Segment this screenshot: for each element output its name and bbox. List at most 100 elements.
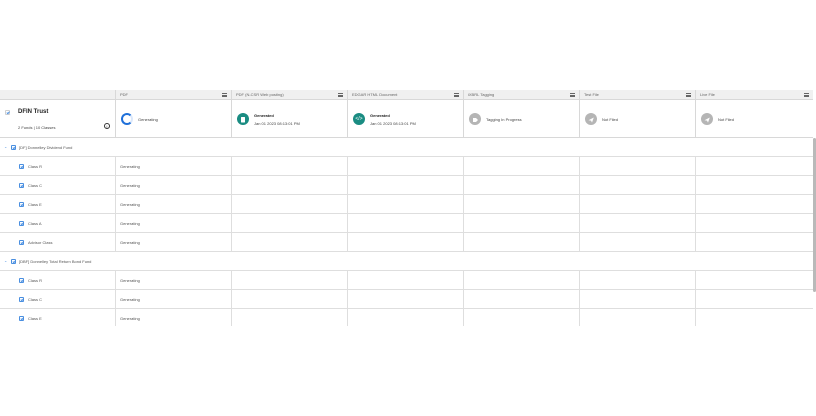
trust-checkbox[interactable] xyxy=(5,110,10,115)
empty-cell xyxy=(463,157,579,176)
column-header-test-file[interactable]: Test File xyxy=(579,90,695,100)
empty-cell xyxy=(347,195,463,214)
empty-cell xyxy=(463,176,579,195)
pdf-cell: Generating xyxy=(115,233,231,252)
column-header-pdf-ncsr[interactable]: PDF (N-CSR Web posting) xyxy=(231,90,347,100)
info-icon[interactable]: i xyxy=(104,123,110,129)
empty-cell xyxy=(695,157,813,176)
progress-ring-icon xyxy=(121,113,133,125)
table-row[interactable]: Class R Generating xyxy=(0,271,813,290)
class-name: Class R xyxy=(28,278,43,283)
status-live-file[interactable]: Not Filed xyxy=(695,100,813,138)
fund-checkbox[interactable] xyxy=(11,259,16,264)
pdf-cell: Generating xyxy=(115,157,231,176)
class-checkbox[interactable] xyxy=(19,183,24,188)
status-title: Generated xyxy=(370,113,390,118)
column-menu-icon[interactable] xyxy=(454,93,459,98)
empty-cell xyxy=(695,309,813,326)
status-date: Jan 01 2023 08:13:01 PM xyxy=(254,121,300,126)
trust-cell: DFIN Trust 2 Funds | 10 Classes i xyxy=(0,100,115,138)
empty-cell xyxy=(463,309,579,326)
empty-cell xyxy=(695,290,813,309)
status-ixbrl[interactable]: Tagging In Progress xyxy=(463,100,579,138)
table-row[interactable]: Advisor Class Generating xyxy=(0,233,813,252)
filing-status-grid: PDF PDF (N-CSR Web posting) EDGAR HTML D… xyxy=(0,90,813,326)
empty-cell xyxy=(579,309,695,326)
empty-cell xyxy=(579,233,695,252)
fund-group-row[interactable]: ⌄ [DF] Donnelley Dividend Fund xyxy=(0,138,813,157)
empty-cell xyxy=(695,195,813,214)
column-menu-icon[interactable] xyxy=(570,93,575,98)
class-checkbox[interactable] xyxy=(19,221,24,226)
status-pdf-ncsr[interactable]: Generated Jan 01 2023 08:13:01 PM xyxy=(231,100,347,138)
status-test-file[interactable]: Not Filed xyxy=(579,100,695,138)
empty-cell xyxy=(463,233,579,252)
table-row[interactable]: Class E Generating xyxy=(0,309,813,326)
empty-cell xyxy=(695,176,813,195)
column-menu-icon[interactable] xyxy=(804,93,809,98)
class-name: Advisor Class xyxy=(28,240,53,245)
empty-cell xyxy=(347,309,463,326)
pdf-cell: Generating xyxy=(115,290,231,309)
class-checkbox[interactable] xyxy=(19,316,24,321)
trust-summary: 2 Funds | 10 Classes xyxy=(18,125,56,130)
empty-cell xyxy=(231,271,347,290)
class-name: Class E xyxy=(28,316,42,321)
status-pdf[interactable]: Generating xyxy=(115,100,231,138)
empty-cell xyxy=(231,309,347,326)
empty-cell xyxy=(231,214,347,233)
empty-cell xyxy=(695,233,813,252)
empty-cell xyxy=(347,233,463,252)
empty-cell xyxy=(231,290,347,309)
fund-checkbox[interactable] xyxy=(11,145,16,150)
class-name: Class R xyxy=(28,164,43,169)
empty-cell xyxy=(347,290,463,309)
table-row[interactable]: Class C Generating xyxy=(0,176,813,195)
class-checkbox[interactable] xyxy=(19,297,24,302)
pdf-cell: Generating xyxy=(115,176,231,195)
column-header-pdf[interactable]: PDF xyxy=(115,90,231,100)
tag-icon xyxy=(469,113,481,125)
empty-cell xyxy=(579,195,695,214)
pdf-cell: Generating xyxy=(115,214,231,233)
empty-cell xyxy=(231,157,347,176)
column-menu-icon[interactable] xyxy=(222,93,227,98)
empty-cell xyxy=(579,271,695,290)
class-name: Class A xyxy=(28,221,42,226)
fund-group-row[interactable]: ⌄ [DBF] Donnelley Total Return Bond Fund xyxy=(0,252,813,271)
empty-cell xyxy=(347,271,463,290)
column-header-bar: PDF PDF (N-CSR Web posting) EDGAR HTML D… xyxy=(0,90,813,100)
column-header-edgar-html[interactable]: EDGAR HTML Document xyxy=(347,90,463,100)
status-title: Not Filed xyxy=(602,117,619,122)
empty-cell xyxy=(579,290,695,309)
pdf-cell: Generating xyxy=(115,195,231,214)
empty-cell xyxy=(231,195,347,214)
chevron-down-icon[interactable]: ⌄ xyxy=(4,144,7,149)
table-row[interactable]: Class C Generating xyxy=(0,290,813,309)
class-checkbox[interactable] xyxy=(19,278,24,283)
chevron-down-icon[interactable]: ⌄ xyxy=(4,258,7,263)
send-icon xyxy=(701,113,713,125)
empty-cell xyxy=(579,157,695,176)
class-checkbox[interactable] xyxy=(19,240,24,245)
column-header-live-file[interactable]: Live File xyxy=(695,90,813,100)
column-header-ixbrl[interactable]: iXBRL Tagging xyxy=(463,90,579,100)
pdf-cell: Generating xyxy=(115,271,231,290)
table-row[interactable]: Class A Generating xyxy=(0,214,813,233)
code-icon: </> xyxy=(353,113,365,125)
empty-cell xyxy=(463,195,579,214)
table-row[interactable]: Class E Generating xyxy=(0,195,813,214)
status-title: Generating xyxy=(138,117,158,122)
status-edgar-html[interactable]: </> Generated Jan 01 2023 08:13:01 PM xyxy=(347,100,463,138)
table-row[interactable]: Class R Generating xyxy=(0,157,813,176)
empty-cell xyxy=(463,271,579,290)
class-checkbox[interactable] xyxy=(19,202,24,207)
class-checkbox[interactable] xyxy=(19,164,24,169)
column-menu-icon[interactable] xyxy=(338,93,343,98)
column-header-label: PDF xyxy=(120,92,128,97)
fund-name: [DF] Donnelley Dividend Fund xyxy=(19,145,73,150)
column-menu-icon[interactable] xyxy=(686,93,691,98)
column-header-label: Live File xyxy=(700,92,715,97)
empty-cell xyxy=(231,233,347,252)
status-title: Not Filed xyxy=(718,117,735,122)
